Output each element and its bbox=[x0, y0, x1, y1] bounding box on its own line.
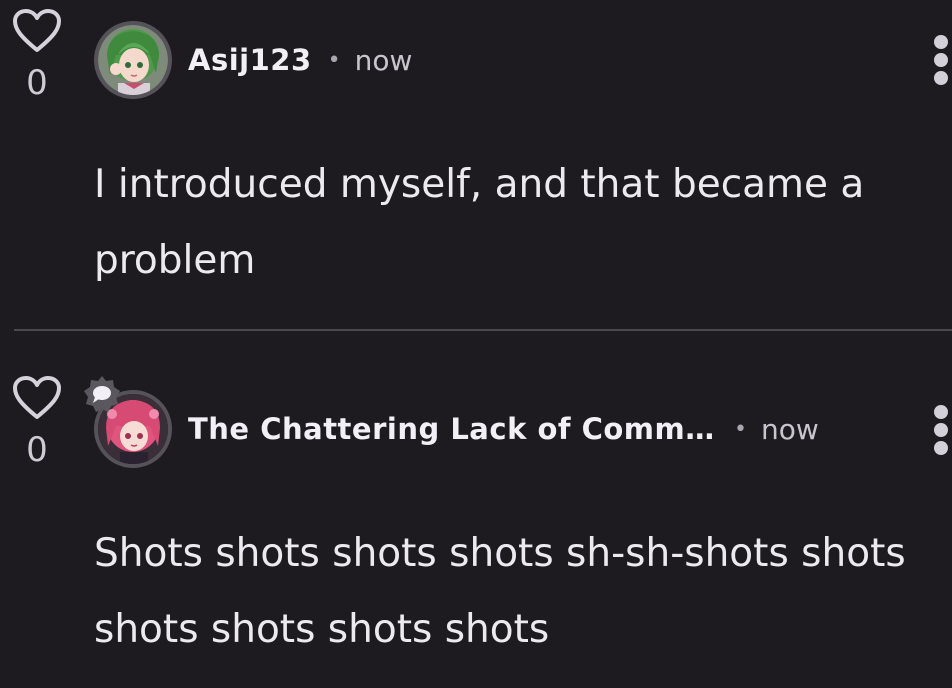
comment-meta: Asij123 • now bbox=[188, 40, 412, 80]
comment-text: Shots shots shots shots sh-sh-shots shot… bbox=[94, 531, 906, 652]
community-chat-badge-icon bbox=[84, 376, 120, 412]
heart-icon[interactable] bbox=[12, 375, 62, 421]
more-options-icon[interactable] bbox=[926, 32, 952, 88]
comment-text: I introduced myself, and that became a p… bbox=[94, 162, 865, 283]
timestamp: now bbox=[760, 412, 819, 446]
username-link[interactable]: The Chattering Lack of Comm… bbox=[188, 412, 718, 446]
comment-item: 0 The Chattering Lack of Comm… • now Sho… bbox=[0, 331, 952, 688]
like-count: 0 bbox=[26, 430, 48, 470]
like-count: 0 bbox=[26, 63, 48, 103]
username-link[interactable]: Asij123 bbox=[188, 43, 312, 77]
meta-separator: • bbox=[327, 47, 341, 73]
heart-icon[interactable] bbox=[12, 8, 62, 54]
like-column: 0 bbox=[12, 375, 62, 469]
comment-meta: The Chattering Lack of Comm… • now bbox=[188, 409, 819, 449]
more-options-icon[interactable] bbox=[926, 402, 952, 458]
comment-item: 0 Asij123 • now I introduced myself, and… bbox=[0, 0, 952, 330]
meta-separator: • bbox=[734, 416, 747, 442]
anime-avatar-icon bbox=[98, 25, 168, 95]
timestamp: now bbox=[354, 43, 413, 77]
avatar[interactable] bbox=[94, 21, 172, 99]
like-column: 0 bbox=[12, 8, 62, 102]
